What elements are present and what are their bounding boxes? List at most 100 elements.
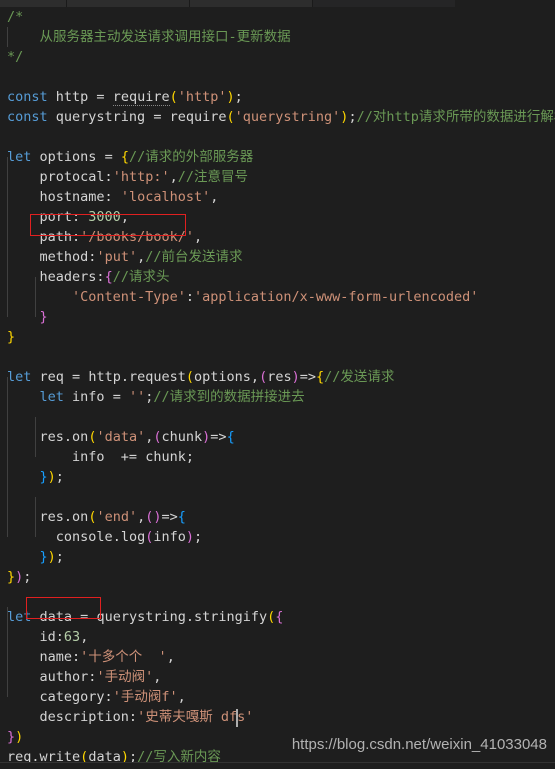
token-keyword: const: [7, 89, 48, 105]
code-line[interactable]: name:'十多个个 ',: [0, 647, 555, 667]
token-property: description: [39, 709, 129, 725]
code-line[interactable]: res.on('end',()=>{: [0, 507, 555, 527]
token-identifier: chunk: [161, 429, 203, 445]
code-line-highlighted-path[interactable]: path:'/books/book/',: [0, 227, 555, 247]
code-line[interactable]: port: 3000,: [0, 207, 555, 227]
token-string: 'application/x-www-form-urlencoded': [193, 289, 479, 305]
token-comment: //发送请求: [324, 369, 395, 385]
tab-segment-4[interactable]: [313, 0, 455, 7]
token-comment: //请求的外部服务器: [128, 149, 254, 165]
code-line[interactable]: author:'手动阀',: [0, 667, 555, 687]
code-line[interactable]: });: [0, 467, 555, 487]
token-identifier: http: [55, 89, 89, 105]
code-line[interactable]: let options = {//请求的外部服务器: [0, 147, 555, 167]
token-string: 'put': [96, 249, 138, 265]
code-line[interactable]: let data = querystring.stringify({: [0, 607, 555, 627]
code-line[interactable]: console.log(info);: [0, 527, 555, 547]
token-function: request: [128, 369, 186, 385]
token-string: 'end': [96, 509, 138, 525]
token-identifier: chunk: [145, 449, 186, 465]
code-line[interactable]: let req = http.request(options,(res)=>{/…: [0, 367, 555, 387]
token-keyword: let: [7, 369, 32, 385]
token-identifier: data: [39, 609, 73, 625]
code-line[interactable]: method:'put',//前台发送请求: [0, 247, 555, 267]
token-comment: 从服务器主动发送请求调用接口-更新数据: [7, 29, 291, 45]
token-property: headers: [39, 269, 97, 285]
token-string: '/books/book/': [80, 229, 194, 245]
token-string: '手动阀f': [112, 689, 178, 705]
code-line[interactable]: */: [0, 47, 555, 67]
code-line[interactable]: const http = require('http');: [0, 87, 555, 107]
tab-segment-2[interactable]: [67, 0, 189, 7]
token-string: '手动阀': [96, 669, 154, 685]
token-comment: //注意冒号: [177, 169, 248, 185]
token-comment: //前台发送请求: [145, 249, 243, 265]
token-number: 63: [63, 629, 81, 645]
token-keyword: let: [39, 389, 64, 405]
token-string: 'data': [96, 429, 146, 445]
token-property: name: [39, 649, 73, 665]
code-line[interactable]: 从服务器主动发送请求调用接口-更新数据: [0, 27, 555, 47]
token-identifier: http: [88, 369, 121, 385]
token-keyword: let: [7, 609, 32, 625]
tab-segment-1[interactable]: [0, 0, 66, 7]
code-line[interactable]: });: [0, 567, 555, 587]
code-line[interactable]: protocal:'http:',//注意冒号: [0, 167, 555, 187]
token-property: id: [39, 629, 56, 645]
token-identifier: res: [39, 509, 64, 525]
code-line-blank[interactable]: [0, 347, 555, 367]
code-line[interactable]: let info = '';//请求到的数据拼接进去: [0, 387, 555, 407]
code-line[interactable]: const querystring = require('querystring…: [0, 107, 555, 127]
code-line[interactable]: description:'史蒂夫嘎斯 dfs': [0, 707, 555, 727]
token-string: 'http': [177, 89, 227, 105]
bottom-strip: [0, 763, 555, 769]
code-line-blank[interactable]: [0, 587, 555, 607]
code-line[interactable]: }: [0, 327, 555, 347]
code-line[interactable]: 'Content-Type':'application/x-www-form-u…: [0, 287, 555, 307]
watermark-url: https://blog.csdn.net/weixin_41033048: [291, 736, 547, 753]
editor-tab-strip: [0, 0, 555, 7]
code-line[interactable]: res.on('data',(chunk)=>{: [0, 427, 555, 447]
code-lines: /* 从服务器主动发送请求调用接口-更新数据 */ const http = r…: [0, 7, 555, 769]
token-property: port: [39, 209, 73, 225]
code-surface[interactable]: /* 从服务器主动发送请求调用接口-更新数据 */ const http = r…: [0, 7, 555, 765]
code-line-blank[interactable]: [0, 407, 555, 427]
token-identifier: options: [194, 369, 251, 385]
code-line-blank[interactable]: [0, 487, 555, 507]
code-line-highlighted-id[interactable]: id:63,: [0, 627, 555, 647]
token-string: 'http:': [112, 169, 170, 185]
token-comment: //请求头: [112, 269, 170, 285]
code-line[interactable]: info += chunk;: [0, 447, 555, 467]
token-string: '': [128, 389, 146, 405]
token-property: hostname: [39, 189, 105, 205]
code-line[interactable]: });: [0, 547, 555, 567]
token-string: 'Content-Type': [72, 289, 186, 305]
token-string: 'querystring': [234, 109, 341, 125]
token-property: category: [39, 689, 105, 705]
token-identifier: options: [39, 149, 97, 165]
token-number: 3000: [88, 209, 121, 225]
code-editor-window: /* 从服务器主动发送请求调用接口-更新数据 */ const http = r…: [0, 0, 555, 769]
code-line-blank[interactable]: [0, 127, 555, 147]
token-function: require: [169, 109, 227, 125]
token-string: 'localhost': [120, 189, 211, 205]
code-line[interactable]: /*: [0, 7, 555, 27]
token-keyword: const: [7, 109, 48, 125]
token-property: protocal: [39, 169, 105, 185]
token-string: '十多个个 ': [80, 649, 167, 665]
code-line[interactable]: hostname: 'localhost',: [0, 187, 555, 207]
code-line[interactable]: category:'手动阀f',: [0, 687, 555, 707]
code-line-blank[interactable]: [0, 67, 555, 87]
token-property: author: [39, 669, 89, 685]
token-identifier: querystring: [96, 609, 186, 625]
token-function: on: [72, 429, 89, 445]
tab-segment-3[interactable]: [190, 0, 312, 7]
token-comment: //对http请求所带的数据进行解析: [356, 109, 555, 125]
token-identifier: res: [267, 369, 292, 385]
token-identifier: info: [72, 389, 105, 405]
token-property: method: [39, 249, 89, 265]
code-line[interactable]: headers:{//请求头: [0, 267, 555, 287]
token-comment: */: [7, 49, 24, 65]
token-identifier: info: [72, 449, 105, 465]
code-line[interactable]: }: [0, 307, 555, 327]
